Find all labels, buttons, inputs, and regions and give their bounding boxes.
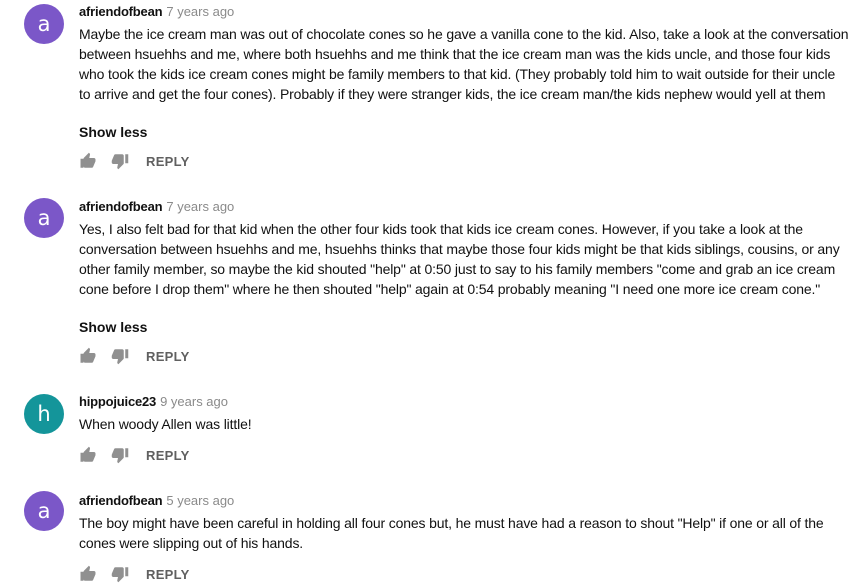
comment-actions: REPLY xyxy=(79,564,190,584)
thumbs-up-icon[interactable] xyxy=(79,152,97,170)
comment-header: afriendofbean 5 years ago xyxy=(79,492,234,510)
reply-button[interactable]: REPLY xyxy=(146,154,190,169)
comment-text: When woody Allen was little! xyxy=(79,416,252,432)
comment-header: afriendofbean 7 years ago xyxy=(79,198,234,216)
avatar[interactable]: a xyxy=(24,198,64,238)
reply-button[interactable]: REPLY xyxy=(146,567,190,582)
comment-text: The boy might have been careful in holdi… xyxy=(79,515,824,551)
avatar[interactable]: a xyxy=(24,491,64,531)
avatar-letter: a xyxy=(37,499,51,523)
thumbs-down-icon[interactable] xyxy=(111,565,129,583)
author-name[interactable]: hippojuice23 xyxy=(79,394,156,409)
avatar[interactable]: a xyxy=(24,4,64,44)
comment-actions: REPLY xyxy=(79,445,190,465)
reply-button[interactable]: REPLY xyxy=(146,349,190,364)
comment-actions: REPLY xyxy=(79,346,190,366)
comment-header: hippojuice23 9 years ago xyxy=(79,393,228,411)
comment-timestamp[interactable]: 7 years ago xyxy=(166,4,234,19)
thumbs-down-icon[interactable] xyxy=(111,152,129,170)
author-name[interactable]: afriendofbean xyxy=(79,493,163,508)
avatar-letter: a xyxy=(37,206,51,230)
show-less-button[interactable]: Show less xyxy=(79,318,147,336)
author-name[interactable]: afriendofbean xyxy=(79,199,163,214)
comment-text: Yes, I also felt bad for that kid when t… xyxy=(79,221,840,297)
avatar-letter: a xyxy=(37,12,51,36)
thumbs-up-icon[interactable] xyxy=(79,446,97,464)
avatar-letter: h xyxy=(37,402,51,426)
avatar[interactable]: h xyxy=(24,394,64,434)
thumbs-up-icon[interactable] xyxy=(79,347,97,365)
thumbs-up-icon[interactable] xyxy=(79,565,97,583)
comment-timestamp[interactable]: 5 years ago xyxy=(166,493,234,508)
comment-timestamp[interactable]: 7 years ago xyxy=(166,199,234,214)
comment-timestamp[interactable]: 9 years ago xyxy=(160,394,228,409)
comment-header: afriendofbean 7 years ago xyxy=(79,3,234,21)
comment-actions: REPLY xyxy=(79,151,190,171)
author-name[interactable]: afriendofbean xyxy=(79,4,163,19)
show-less-button[interactable]: Show less xyxy=(79,123,147,141)
thumbs-down-icon[interactable] xyxy=(111,347,129,365)
reply-button[interactable]: REPLY xyxy=(146,448,190,463)
thumbs-down-icon[interactable] xyxy=(111,446,129,464)
comment-text: Maybe the ice cream man was out of choco… xyxy=(79,26,849,102)
